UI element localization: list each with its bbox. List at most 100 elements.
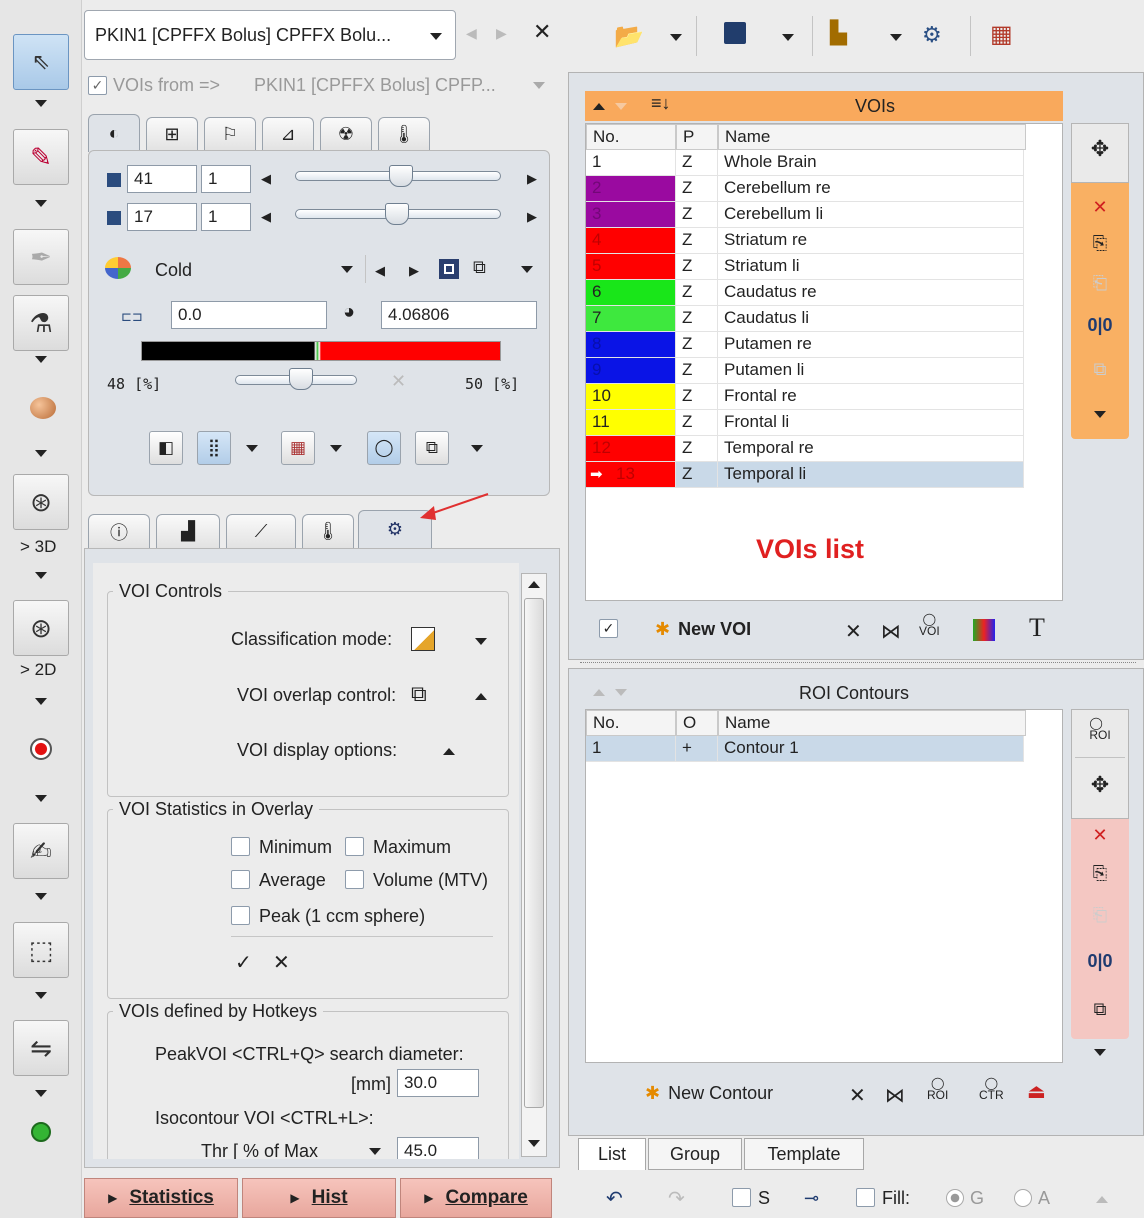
flask-icon[interactable]: ⚗ [13,295,69,351]
voi-tool-icon[interactable]: ✎ [13,129,69,185]
chevron-up-icon[interactable] [475,693,487,700]
chevron-down-icon[interactable] [35,795,47,802]
table-row[interactable]: 13 ➡ Z Temporal li [586,462,1024,488]
threshold-clear-icon[interactable]: ✕ [391,371,406,392]
tab-histogram[interactable]: ▟ [156,514,220,548]
table-row[interactable]: 4 Z Striatum re [586,228,1024,254]
close-icon[interactable]: ✕ [533,19,551,45]
chevron-down-icon[interactable] [670,34,682,41]
sphere-icon[interactable] [30,397,56,419]
threshold-slider-thumb[interactable] [289,368,313,390]
table-row[interactable]: 2 Z Cerebellum re [586,176,1024,202]
chevron-up-icon[interactable] [443,748,455,755]
a-radio[interactable] [1014,1189,1032,1207]
max-value-field[interactable]: 4.06806 [381,301,537,329]
chevron-up-icon[interactable] [1096,1196,1108,1203]
delete-icon[interactable]: ✕ [1088,195,1112,219]
voi-from-contour-icon[interactable]: ◯ VOI [919,613,940,637]
new-voi-button[interactable]: ✱ New VOI [655,619,751,640]
min-value-field[interactable]: 0.0 [171,301,327,329]
sort-down-icon[interactable] [615,103,627,110]
colormap-label[interactable]: Cold [155,260,192,281]
tab-list[interactable]: List [578,1138,646,1170]
maximum-checkbox[interactable] [345,837,364,856]
voi-colors-icon[interactable] [973,619,995,641]
table-row[interactable]: 11 Z Frontal li [586,410,1024,436]
scroll-up-icon[interactable] [528,581,540,588]
chevron-down-icon[interactable] [1094,411,1106,418]
add-copy-icon[interactable]: ⧉ [1088,997,1112,1021]
statistics-chart-icon[interactable]: ▙ [830,20,847,46]
record-icon[interactable] [30,738,52,760]
select-arrow-icon[interactable]: ⇖ [13,34,69,90]
chevron-down-icon[interactable] [35,893,47,900]
chevron-down-icon[interactable] [890,34,902,41]
undo-icon[interactable]: ↶ [606,1186,623,1211]
sort-up-icon[interactable] [593,689,605,696]
slice1-step[interactable]: 1 [201,165,251,193]
copy-icon[interactable]: ⧉ [415,431,449,465]
tab-group[interactable]: Group [648,1138,742,1170]
splitter[interactable] [580,662,1136,666]
redo-icon[interactable]: ↷ [668,1186,685,1211]
delete-all-contour-icon[interactable]: ⋈ [885,1083,905,1108]
tab-curve[interactable]: ⟋ [226,514,296,548]
chevron-down-icon[interactable] [782,34,794,41]
g-radio[interactable] [946,1189,964,1207]
s-checkbox[interactable] [732,1188,751,1207]
chevron-down-icon[interactable] [430,33,442,40]
tab-thermo[interactable]: 🌡 [302,514,354,548]
grid-icon[interactable]: ▦ [281,431,315,465]
slice1-value[interactable]: 41 [127,165,197,193]
volume-checkbox[interactable] [345,870,364,889]
down-circle-icon[interactable] [31,1122,51,1142]
scrollbar-thumb[interactable] [524,598,544,1108]
sort-up-icon[interactable] [593,103,605,110]
check-all-button[interactable]: ✓ [235,950,252,975]
prev-study-icon[interactable]: ◀ [466,25,477,42]
chevron-down-icon[interactable] [35,992,47,999]
statistics-button[interactable]: ▶ Statistics [84,1178,238,1218]
mirror-icon[interactable]: ⇋ [13,1020,69,1076]
tab-radiation[interactable]: ☢ [320,117,372,151]
pen-icon[interactable]: ✍ [13,823,69,879]
col-p-header[interactable]: P [676,124,718,150]
classification-icon[interactable] [411,627,435,651]
mirror-icon[interactable]: 0|0 [1087,313,1112,337]
table-row[interactable]: 8 Z Putamen re [586,332,1024,358]
voi-settings-icon[interactable]: ⚙ [922,22,942,48]
grid-dots-icon[interactable]: ⣿ [197,431,231,465]
table-row[interactable]: 3 Z Cerebellum li [586,202,1024,228]
slice2-slider-thumb[interactable] [385,203,409,225]
colormap-export-icon[interactable]: ⧉ [473,257,486,278]
uncheck-all-button[interactable]: ✕ [273,950,290,975]
sort-list-icon[interactable]: ≡↓ [651,93,671,114]
chevron-down-icon[interactable] [1094,1049,1106,1056]
study-selector[interactable]: PKIN1 [CPFFX Bolus] CPFFX Bolu... [84,10,456,60]
slice2-left-icon[interactable]: ◀ [261,209,271,225]
copy-icon[interactable]: ⎘ [1088,861,1112,885]
cube-icon[interactable]: ⬚ [13,922,69,978]
3d-voi-icon[interactable]: ⊛ [13,474,69,530]
chevron-down-icon[interactable] [475,638,487,645]
roi-icon[interactable]: ◯ ROI [1088,717,1112,741]
table-row[interactable]: 12 Z Temporal re [586,436,1024,462]
col-no-header[interactable]: No. [586,124,676,150]
vois-from-checkbox[interactable]: ✓ [88,76,107,95]
chevron-down-icon[interactable] [35,356,47,363]
col-o-header[interactable]: O [676,710,718,736]
paste-icon[interactable]: ⎗ [1088,271,1112,295]
scrollbar[interactable] [521,573,547,1157]
copy-icon[interactable]: ⎘ [1088,231,1112,255]
delete-icon[interactable]: ✕ [1088,823,1112,847]
col-name-header[interactable]: Name [718,710,1026,736]
col-no-header[interactable]: No. [586,710,676,736]
hist-button[interactable]: ▶ Hist [242,1178,396,1218]
peak-checkbox[interactable] [231,906,250,925]
move-roi-icon[interactable]: ✥ [1088,772,1112,797]
voi-table-icon[interactable]: ▦ [990,20,1013,49]
slice2-right-icon[interactable]: ▶ [527,209,537,225]
delete-all-voi-icon[interactable]: ⋈ [881,619,901,644]
peak-diameter-field[interactable]: 30.0 [397,1069,479,1097]
colorbar[interactable] [141,341,501,361]
